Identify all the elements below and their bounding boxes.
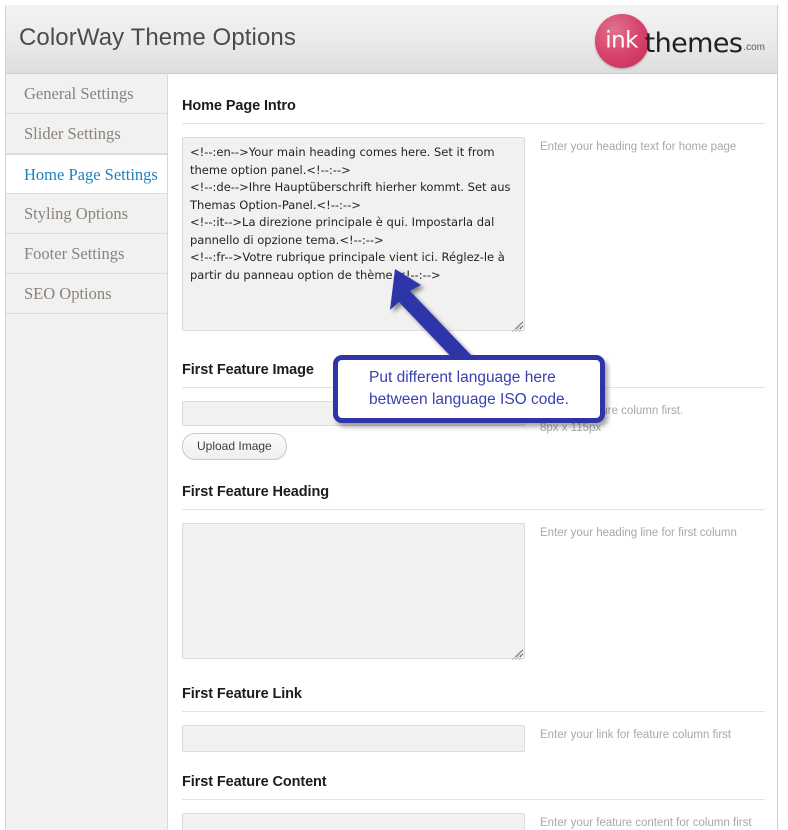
sidebar-item-seo-options[interactable]: SEO Options — [6, 274, 167, 314]
section-first-feature-heading: First Feature Heading Enter your heading — [182, 484, 765, 664]
textarea-wrapper — [182, 137, 525, 336]
page-header: ColorWay Theme Options ink themes .com — [6, 5, 777, 74]
logo-wordmark: themes — [644, 27, 743, 59]
field-column — [182, 725, 525, 752]
field-column — [182, 137, 525, 336]
field-column — [182, 813, 525, 830]
field-row: Enter your heading line for first column — [182, 523, 765, 664]
section-title-first-feature-link: First Feature Link — [182, 686, 302, 702]
help-text-first-feature-content: Enter your feature content for column fi… — [540, 817, 752, 829]
annotation-line-1: Put different language here — [369, 369, 556, 386]
sidebar-item-footer-settings[interactable]: Footer Settings — [6, 234, 167, 274]
first-feature-heading-textarea[interactable] — [182, 523, 525, 659]
help-text-first-feature-link: Enter your link for feature column first — [540, 729, 732, 741]
page-title: ColorWay Theme Options — [19, 24, 296, 51]
inkthemes-logo[interactable]: ink themes .com — [594, 13, 765, 69]
sidebar-item-home-page-settings[interactable]: Home Page Settings — [6, 154, 167, 194]
annotation-line-2: between language ISO code. — [369, 391, 569, 408]
textarea-wrapper — [182, 523, 525, 664]
field-column — [182, 523, 525, 664]
help-text-home-page-intro: Enter your heading text for home page — [540, 141, 737, 153]
sidebar-item-styling-options[interactable]: Styling Options — [6, 194, 167, 234]
panel-body: General Settings Slider Settings Home Pa… — [6, 74, 777, 830]
help-text-first-feature-heading: Enter your heading line for first column — [540, 527, 737, 539]
divider — [182, 123, 765, 124]
divider — [182, 509, 765, 510]
settings-sidebar: General Settings Slider Settings Home Pa… — [6, 74, 168, 830]
section-first-feature-link: First Feature Link Enter your link for f… — [182, 686, 765, 752]
first-feature-content-input[interactable] — [182, 813, 525, 830]
home-page-intro-textarea[interactable] — [182, 137, 525, 331]
section-first-feature-content: First Feature Content Enter your feature… — [182, 774, 765, 830]
logo-domain-suffix: .com — [743, 41, 765, 53]
divider — [182, 799, 765, 800]
divider — [182, 711, 765, 712]
app-screenshot: ColorWay Theme Options ink themes .com G… — [0, 0, 788, 830]
field-row: Enter your feature content for column fi… — [182, 813, 765, 830]
section-title-home-page-intro: Home Page Intro — [182, 98, 296, 114]
section-title-first-feature-heading: First Feature Heading — [182, 484, 329, 500]
sidebar-item-slider-settings[interactable]: Slider Settings — [6, 114, 167, 154]
ink-circle-icon: ink — [594, 14, 649, 68]
annotation-callout-text: Put different language here between lang… — [369, 367, 569, 411]
sidebar-item-general-settings[interactable]: General Settings — [6, 74, 167, 114]
logo-mark-text: ink — [605, 27, 639, 54]
first-feature-link-input[interactable] — [182, 725, 525, 752]
upload-image-button[interactable]: Upload Image — [182, 433, 287, 460]
settings-content: Home Page Intro Enter your heading text — [168, 74, 777, 830]
section-title-first-feature-content: First Feature Content — [182, 774, 327, 790]
annotation-callout: Put different language here between lang… — [333, 355, 605, 423]
section-home-page-intro: Home Page Intro Enter your heading text — [182, 98, 765, 336]
field-row: Enter your heading text for home page — [182, 137, 765, 336]
field-row: Enter your link for feature column first — [182, 725, 765, 752]
